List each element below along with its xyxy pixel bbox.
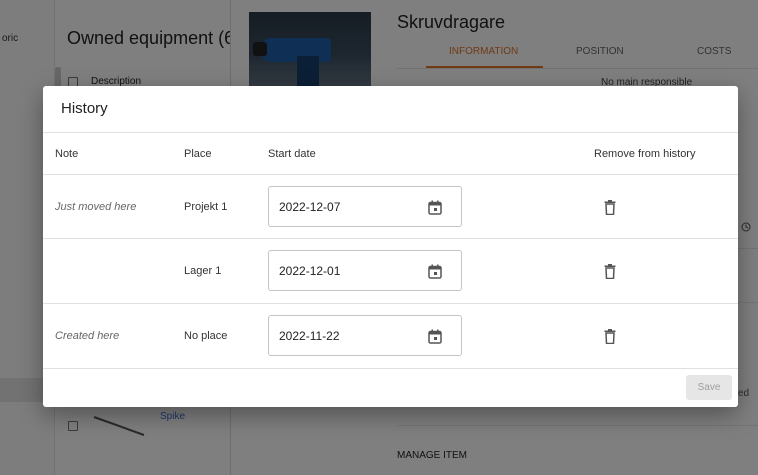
trash-icon[interactable]: [600, 261, 620, 281]
column-header-note: Note: [55, 148, 79, 160]
calendar-icon[interactable]: [425, 261, 445, 281]
place-cell: No place: [184, 330, 228, 342]
column-header-remove: Remove from history: [594, 148, 696, 160]
history-row: Just moved here Projekt 1 2022-12-07: [43, 175, 738, 239]
trash-icon[interactable]: [600, 197, 620, 217]
start-date-value[interactable]: 2022-12-07: [279, 200, 340, 214]
column-header-place: Place: [184, 148, 212, 160]
column-header-start-date: Start date: [268, 148, 316, 160]
trash-icon[interactable]: [600, 326, 620, 346]
start-date-input[interactable]: 2022-12-07: [268, 186, 462, 227]
start-date-value[interactable]: 2022-11-22: [279, 329, 340, 343]
place-cell: Projekt 1: [184, 201, 228, 213]
footer-divider: [43, 368, 738, 369]
save-button[interactable]: Save: [686, 375, 732, 400]
history-dialog: History Note Place Start date Remove fro…: [43, 86, 738, 407]
start-date-input[interactable]: 2022-12-01: [268, 250, 462, 291]
note-cell: Just moved here: [55, 201, 137, 213]
note-cell: Created here: [55, 330, 120, 342]
history-row: Lager 1 2022-12-01: [43, 239, 738, 303]
start-date-input[interactable]: 2022-11-22: [268, 315, 462, 356]
title-divider: [43, 132, 738, 133]
calendar-icon[interactable]: [425, 326, 445, 346]
history-row: Created here No place 2022-11-22: [43, 304, 738, 368]
calendar-icon[interactable]: [425, 197, 445, 217]
place-cell: Lager 1: [184, 265, 222, 277]
start-date-value[interactable]: 2022-12-01: [279, 264, 340, 278]
dialog-title: History: [61, 100, 108, 117]
